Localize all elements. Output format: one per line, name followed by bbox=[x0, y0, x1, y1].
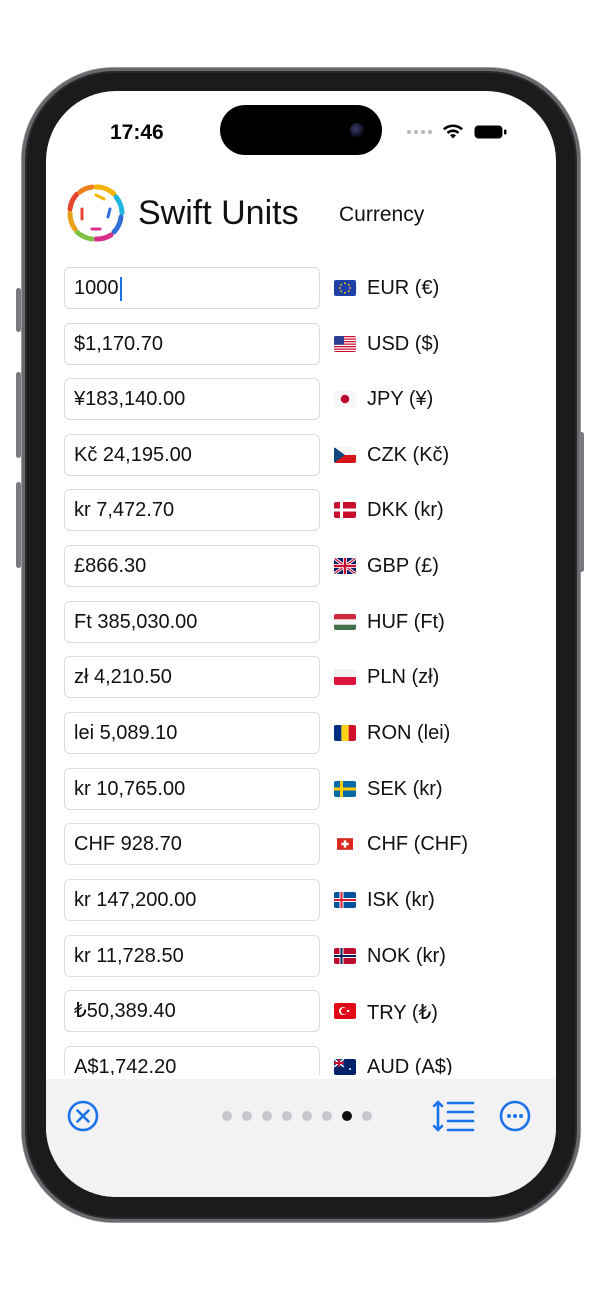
ch-flag-icon bbox=[337, 838, 353, 850]
currency-row-ron: lei 5,089.10 RON (lei) bbox=[64, 712, 544, 756]
try-unit-label: TRY (₺) bbox=[367, 1002, 438, 1024]
close-circle-icon[interactable] bbox=[66, 1099, 100, 1133]
pln-unit-label: PLN (zł) bbox=[367, 666, 440, 688]
page-dot-current[interactable] bbox=[342, 1111, 352, 1121]
swift-units-logo-icon bbox=[67, 184, 125, 242]
volume-down-button bbox=[16, 482, 21, 568]
text-caret bbox=[119, 276, 122, 301]
battery-icon bbox=[474, 125, 507, 139]
isk-unit-label: ISK (kr) bbox=[367, 889, 435, 911]
volume-up-button bbox=[16, 372, 21, 458]
nok-value-input[interactable]: kr 11,728.50 bbox=[64, 935, 320, 977]
section-title: Currency bbox=[339, 203, 425, 226]
jpy-value-input[interactable]: ¥183,140.00 bbox=[64, 378, 320, 420]
gb-flag-icon bbox=[334, 558, 356, 574]
more-circle-icon[interactable] bbox=[498, 1099, 532, 1133]
isk-value-input[interactable]: kr 147,200.00 bbox=[64, 879, 320, 921]
nok-unit-label: NOK (kr) bbox=[367, 945, 446, 967]
page-dot[interactable] bbox=[262, 1111, 272, 1121]
dynamic-island bbox=[220, 105, 382, 155]
page-dot[interactable] bbox=[362, 1111, 372, 1121]
czk-value-input[interactable]: Kč 24,195.00 bbox=[64, 434, 320, 476]
pln-value-input[interactable]: zł 4,210.50 bbox=[64, 656, 320, 698]
currency-row-chf: CHF 928.70 CHF (CHF) bbox=[64, 823, 544, 867]
gbp-unit-label: GBP (£) bbox=[367, 555, 439, 577]
chf-unit-label: CHF (CHF) bbox=[367, 833, 469, 855]
dkk-value-input[interactable]: kr 7,472.70 bbox=[64, 489, 320, 531]
huf-unit-label: HUF (Ft) bbox=[367, 611, 445, 633]
currency-row-dkk: kr 7,472.70 DKK (kr) bbox=[64, 489, 544, 533]
cz-flag-icon bbox=[334, 447, 356, 463]
page-dot[interactable] bbox=[322, 1111, 332, 1121]
currency-list: 1000 EUR (€) $1,170.70 USD ($) ¥183,140.… bbox=[64, 267, 544, 1075]
currency-row-isk: kr 147,200.00 ISK (kr) bbox=[64, 879, 544, 923]
au-flag-icon bbox=[334, 1059, 356, 1075]
bottom-toolbar bbox=[46, 1079, 556, 1197]
currency-row-aud: A$1,742.20 AUD (A$) bbox=[64, 1046, 544, 1075]
czk-unit-label: CZK (Kč) bbox=[367, 444, 450, 466]
ro-flag-icon bbox=[334, 725, 356, 741]
us-flag-icon bbox=[334, 336, 356, 352]
currency-row-try: ₺50,389.40 TRY (₺) bbox=[64, 990, 544, 1034]
cellular-signal-icon bbox=[407, 130, 432, 134]
se-flag-icon bbox=[334, 781, 356, 797]
wifi-icon bbox=[443, 124, 463, 139]
aud-unit-label: AUD (A$) bbox=[367, 1056, 453, 1075]
currency-row-nok: kr 11,728.50 NOK (kr) bbox=[64, 935, 544, 979]
currency-row-eur: 1000 EUR (€) bbox=[64, 267, 544, 311]
status-time: 17:46 bbox=[110, 121, 164, 144]
hu-flag-icon bbox=[334, 614, 356, 630]
tr-flag-icon bbox=[334, 1003, 356, 1019]
page-indicator[interactable] bbox=[222, 1111, 372, 1121]
no-flag-icon bbox=[334, 948, 356, 964]
app-header: Swift Units Currency bbox=[64, 181, 544, 247]
ron-value-input[interactable]: lei 5,089.10 bbox=[64, 712, 320, 754]
pl-flag-icon bbox=[334, 669, 356, 685]
try-value-input[interactable]: ₺50,389.40 bbox=[64, 990, 320, 1032]
gbp-value-input[interactable]: £866.30 bbox=[64, 545, 320, 587]
usd-unit-label: USD ($) bbox=[367, 333, 440, 355]
currency-row-gbp: £866.30 GBP (£) bbox=[64, 545, 544, 589]
aud-value-input[interactable]: A$1,742.20 bbox=[64, 1046, 320, 1075]
currency-row-pln: zł 4,210.50 PLN (zł) bbox=[64, 656, 544, 700]
currency-row-czk: Kč 24,195.00 CZK (Kč) bbox=[64, 434, 544, 478]
power-button bbox=[579, 432, 584, 572]
status-indicators bbox=[407, 124, 508, 140]
currency-row-sek: kr 10,765.00 SEK (kr) bbox=[64, 768, 544, 812]
eur-value-input[interactable]: 1000 bbox=[64, 267, 320, 309]
is-flag-icon bbox=[334, 892, 356, 908]
page-dot[interactable] bbox=[302, 1111, 312, 1121]
ron-unit-label: RON (lei) bbox=[367, 722, 451, 744]
sort-lines-icon[interactable] bbox=[432, 1099, 476, 1133]
dk-flag-icon bbox=[334, 502, 356, 518]
usd-value-input[interactable]: $1,170.70 bbox=[64, 323, 320, 365]
chf-value-input[interactable]: CHF 928.70 bbox=[64, 823, 320, 865]
sek-value-input[interactable]: kr 10,765.00 bbox=[64, 768, 320, 810]
dkk-unit-label: DKK (kr) bbox=[367, 499, 444, 521]
sek-unit-label: SEK (kr) bbox=[367, 778, 443, 800]
mute-switch bbox=[16, 288, 21, 332]
app-title: Swift Units bbox=[138, 194, 299, 232]
jpy-unit-label: JPY (¥) bbox=[367, 388, 434, 410]
page-dot[interactable] bbox=[222, 1111, 232, 1121]
huf-value-input[interactable]: Ft 385,030.00 bbox=[64, 601, 320, 643]
page-dot[interactable] bbox=[282, 1111, 292, 1121]
camera-icon bbox=[350, 123, 364, 137]
currency-row-usd: $1,170.70 USD ($) bbox=[64, 323, 544, 367]
currency-row-huf: Ft 385,030.00 HUF (Ft) bbox=[64, 601, 544, 645]
screen: 17:46 Swift Units Currency 1000 EUR (€) … bbox=[46, 91, 556, 1197]
currency-row-jpy: ¥183,140.00 JPY (¥) bbox=[64, 378, 544, 422]
page-dot[interactable] bbox=[242, 1111, 252, 1121]
eu-flag-icon bbox=[334, 280, 356, 296]
eur-unit-label: EUR (€) bbox=[367, 277, 440, 299]
jp-flag-icon bbox=[334, 391, 356, 407]
